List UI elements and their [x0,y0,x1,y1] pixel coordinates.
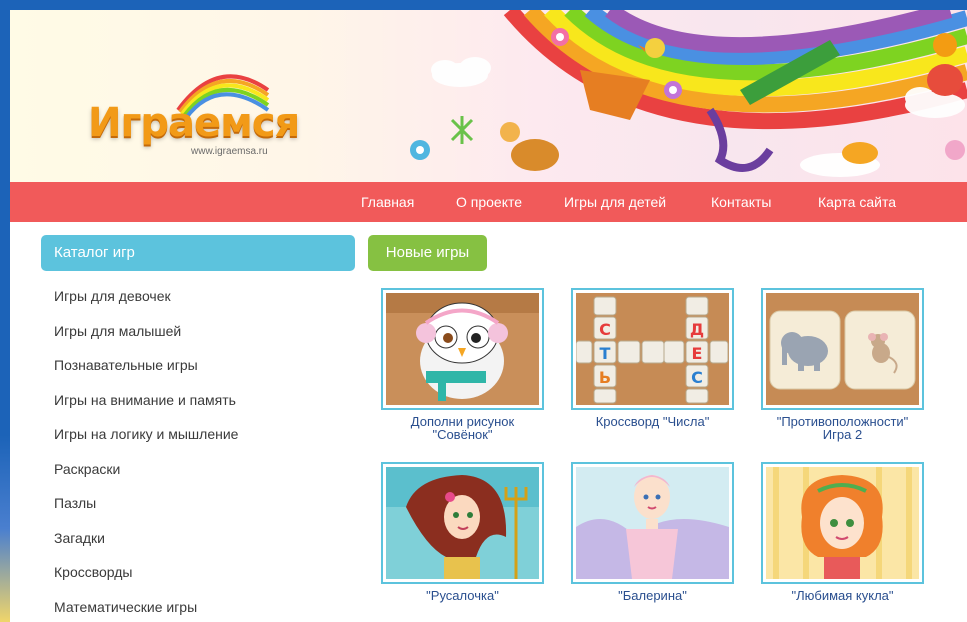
card-image[interactable]: С Т Ь Д Е С [571,288,734,410]
site-logo[interactable]: Играемся www.igraemsa.ru [88,50,308,160]
catalog-header: Каталог игр [41,235,355,271]
nav-item-contacts[interactable]: Контакты [711,182,771,222]
game-card-owl[interactable]: Дополни рисунок "Совёнок" [381,288,544,441]
window-top-border [0,0,967,10]
card-title[interactable]: Дополни рисунок "Совёнок" [381,415,544,441]
mermaid-picture-icon [386,467,539,579]
sidebar-item-toddlers[interactable]: Игры для малышей [54,319,238,354]
card-image[interactable] [571,462,734,584]
sidebar-item-logic[interactable]: Игры на логику и мышление [54,422,238,457]
crossword-letter-2: Т [600,344,611,363]
window-left-border [0,0,10,622]
game-card-ballerina[interactable]: "Балерина" [571,462,734,602]
nav-item-sitemap[interactable]: Карта сайта [818,182,896,222]
card-title-line1: "Русалочка" [426,588,499,603]
game-card-doll[interactable]: "Любимая кукла" [761,462,924,602]
nav-item-about[interactable]: О проекте [456,182,522,222]
nav-item-games[interactable]: Игры для детей [564,182,666,222]
card-image[interactable] [381,288,544,410]
main-nav: Главная О проекте Игры для детей Контакт… [10,182,967,222]
sidebar-item-puzzles[interactable]: Пазлы [54,491,238,526]
sidebar-item-educational[interactable]: Познавательные игры [54,353,238,388]
game-card-mermaid[interactable]: "Русалочка" [381,462,544,602]
logo-title: Играемся [88,100,300,146]
doll-picture-icon [766,467,919,579]
sidebar-item-memory[interactable]: Игры на внимание и память [54,388,238,423]
card-image[interactable] [761,288,924,410]
crossword-letter-3: Ь [599,368,611,387]
game-card-opposites[interactable]: "Противоположности" Игра 2 [761,288,924,441]
crossword-picture-icon: С Т Ь Д Е С [576,293,729,405]
card-title[interactable]: "Балерина" [571,589,734,602]
elephant-mouse-picture-icon [766,293,919,405]
crossword-letter-5: Е [692,344,703,363]
header-illustration [410,10,967,177]
card-image[interactable] [761,462,924,584]
crossword-letter-4: Д [690,320,704,339]
site-header: Играемся www.igraemsa.ru [10,10,967,182]
crossword-letter-1: С [599,320,611,339]
card-title-line1: "Любимая кукла" [791,588,894,603]
card-title-line2: "Совёнок" [432,427,493,442]
owl-picture-icon [386,293,539,405]
card-title-line2: Игра 2 [822,427,863,442]
crossword-letter-6: С [691,368,703,387]
catalog-list: Игры для девочек Игры для малышей Познав… [54,284,238,622]
page: Играемся www.igraemsa.ru Главная О проек… [10,10,967,622]
sidebar-item-crosswords[interactable]: Кроссворды [54,560,238,595]
ballerina-picture-icon [576,467,729,579]
card-title[interactable]: "Противоположности" Игра 2 [761,415,924,441]
card-title-line1: Кроссворд "Числа" [595,414,710,429]
card-title[interactable]: "Русалочка" [381,589,544,602]
sidebar-item-riddles[interactable]: Загадки [54,526,238,561]
nav-item-home[interactable]: Главная [361,182,414,222]
sidebar-item-girls[interactable]: Игры для девочек [54,284,238,319]
sidebar-item-coloring[interactable]: Раскраски [54,457,238,492]
card-title[interactable]: Кроссворд "Числа" [571,415,734,428]
game-card-crossword[interactable]: С Т Ь Д Е С Кроссворд "Числа" [571,288,734,428]
sidebar-item-math[interactable]: Математические игры [54,595,238,622]
card-title-line1: "Балерина" [618,588,687,603]
card-title[interactable]: "Любимая кукла" [761,589,924,602]
card-image[interactable] [381,462,544,584]
new-games-badge: Новые игры [368,235,487,271]
logo-url: www.igraemsa.ru [191,146,268,157]
